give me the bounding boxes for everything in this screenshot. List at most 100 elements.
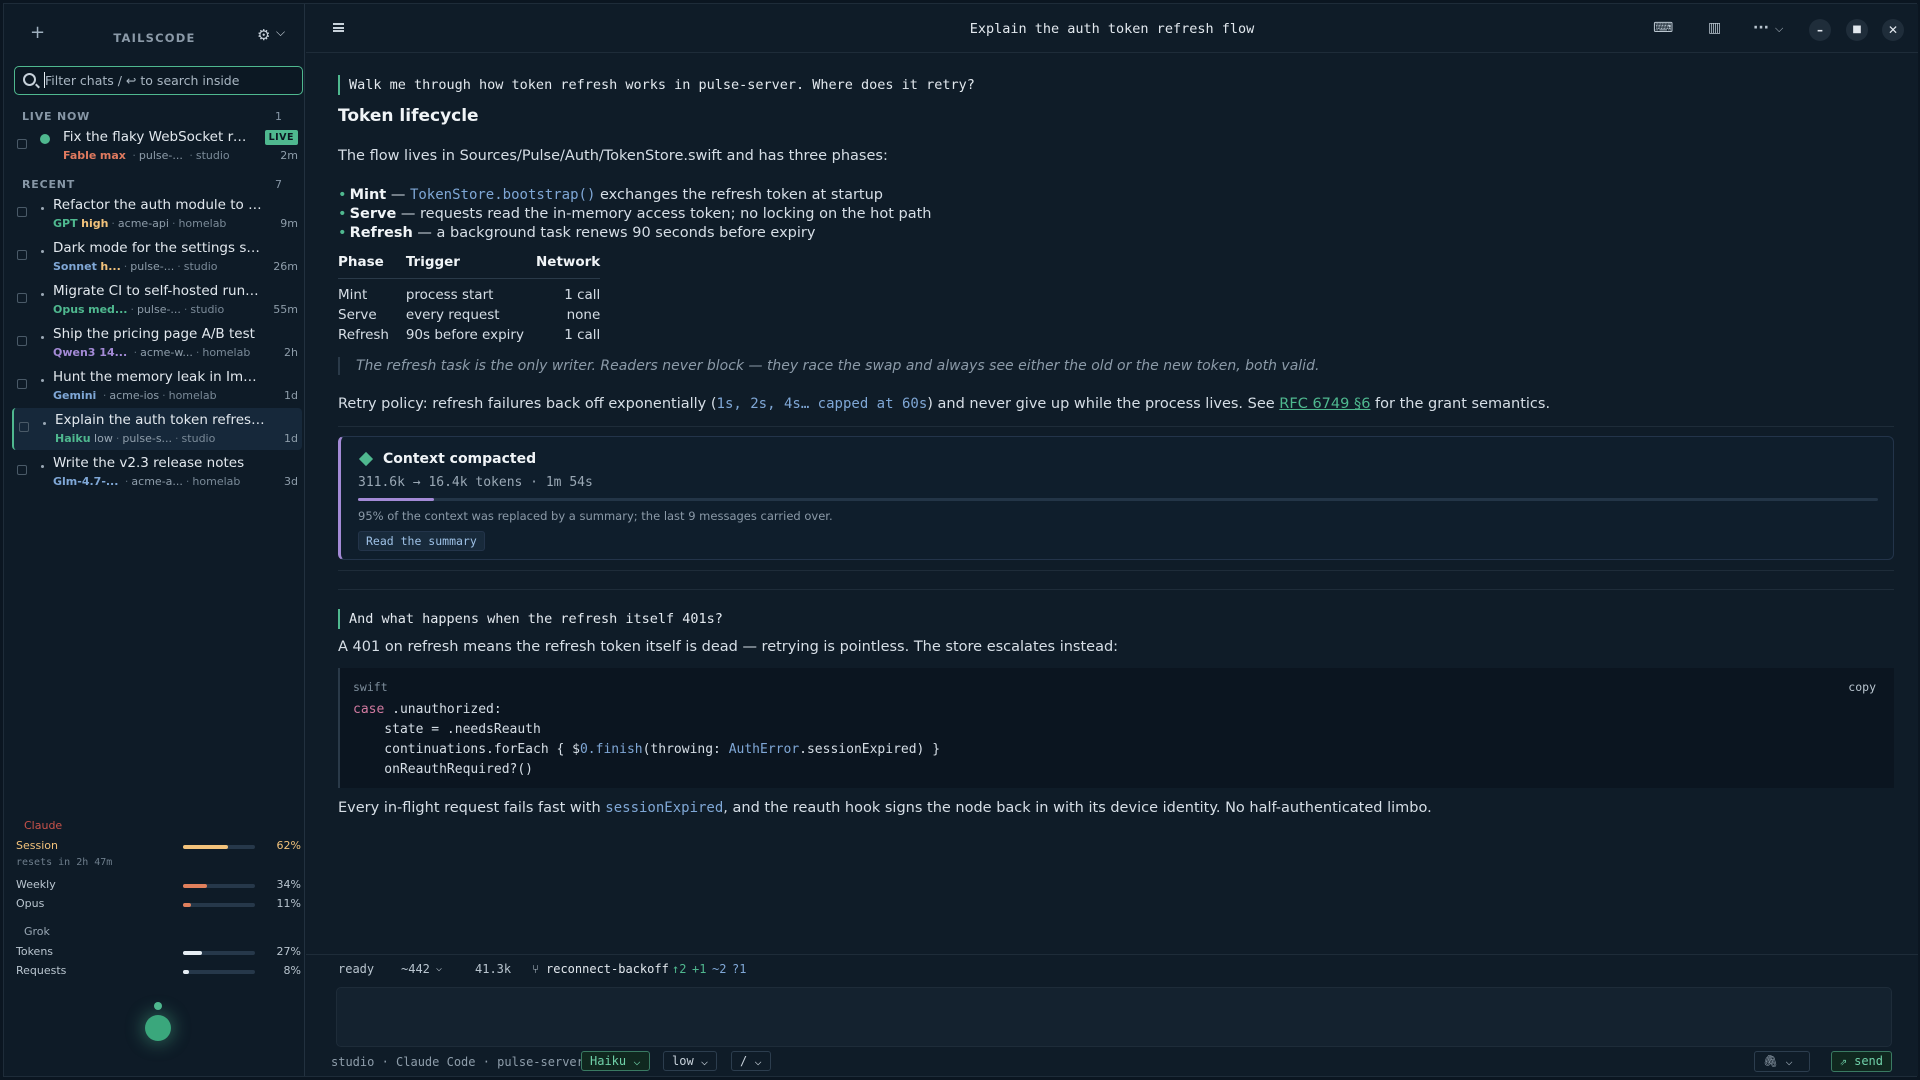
recent-label: RECENT <box>22 178 76 191</box>
activity-orb-icon[interactable] <box>145 1015 171 1041</box>
host-name: studio <box>195 149 230 162</box>
chevron-down-icon[interactable]: ⌵ <box>436 963 442 974</box>
chat-meta: Qwen3 14... · acme-w... · homelab <box>53 346 251 359</box>
chat-meta: Sonnet h... · pulse-... · studio <box>53 260 218 273</box>
select-checkbox[interactable] <box>17 336 27 346</box>
slash-commands-select[interactable]: / ⌵ <box>731 1051 771 1071</box>
split-view-icon[interactable]: ▥ <box>1708 20 1721 36</box>
more-options-icon[interactable]: ··· <box>1753 20 1769 36</box>
table-row: Refresh 90s before expiry 1 call <box>338 326 601 343</box>
usage-pct: 34% <box>276 878 301 891</box>
select-checkbox[interactable] <box>17 250 27 260</box>
window-title: Explain the auth token refresh flow <box>969 21 1255 37</box>
select-checkbox[interactable] <box>17 139 27 149</box>
status-dot <box>41 379 44 382</box>
chat-time: 1d <box>284 389 298 402</box>
select-checkbox[interactable] <box>17 465 27 475</box>
code-block: swift copy case .unauthorized: state = .… <box>338 668 1894 788</box>
usage-weekly: Weekly 34% <box>16 878 301 894</box>
maximize-icon[interactable]: ■ <box>1846 19 1868 41</box>
read-summary-button[interactable]: Read the summary <box>358 531 485 551</box>
chat-time: 26m <box>273 260 298 273</box>
bullet-item: • Serve — requests read the in-memory acc… <box>338 206 932 222</box>
blockquote: The refresh task is the only writer. Rea… <box>338 357 1319 375</box>
diamond-icon <box>358 451 374 467</box>
recent-count: 7 <box>275 178 282 191</box>
search-icon <box>23 73 36 86</box>
usage-bar <box>183 903 255 907</box>
effort-level: h... <box>100 260 121 273</box>
paragraph: A 401 on refresh means the refresh token… <box>338 639 1119 655</box>
host-name: studio <box>181 432 216 445</box>
usage-pct: 62% <box>276 839 301 852</box>
effort-level: low <box>94 432 113 445</box>
host-name: studio <box>183 260 218 273</box>
chat-title: Ship the pricing page A/B test <box>53 326 255 342</box>
phase-table: Phase Trigger Network Mint process start 1… <box>338 254 601 345</box>
chat-title: Dark mode for the settings screen <box>53 240 263 256</box>
effort-level: med... <box>88 303 128 316</box>
repo-name: acme-w... <box>140 346 193 359</box>
chat-time: 2h <box>284 346 298 359</box>
chat-item[interactable]: Explain the auth token refresh flow Haiku… <box>12 408 302 450</box>
chat-title: Refactor the auth module to async/a... <box>53 197 263 213</box>
title-bar: Explain the auth token refresh flow ⌨ ▥ … <box>306 4 1918 53</box>
model-name: GPT <box>53 217 78 230</box>
bullet-item: • Refresh — a background task renews 90 s… <box>338 225 816 241</box>
minimize-icon[interactable]: – <box>1809 19 1831 41</box>
session-context: studio · Claude Code · pulse-server <box>331 1055 584 1069</box>
model-name: Gemini <box>53 389 97 402</box>
status-dot <box>41 293 44 296</box>
live-badge: LIVE <box>264 130 298 145</box>
chat-item[interactable]: Dark mode for the settings screen Sonnet … <box>12 236 302 278</box>
git-branch-icon: ⑂ <box>532 962 540 976</box>
host-name: homelab <box>168 389 217 402</box>
search-input[interactable]: Filter chats / ↩ to search inside <box>14 66 303 95</box>
search-placeholder: Filter chats / ↩ to search inside <box>45 73 240 88</box>
chat-item[interactable]: Migrate CI to self-hosted runners Opus me… <box>12 279 302 321</box>
select-checkbox[interactable] <box>17 293 27 303</box>
branch-name[interactable]: reconnect-backoff <box>546 962 669 976</box>
copy-button[interactable]: copy <box>1848 680 1876 694</box>
usage-bar <box>183 970 255 974</box>
main-panel: Explain the auth token refresh flow ⌨ ▥ … <box>306 4 1918 1076</box>
chat-meta: Opus med... · pulse-... · studio <box>53 303 225 316</box>
chat-meta: Glm-4.7-... · acme-a... · homelab <box>53 475 241 488</box>
close-icon[interactable]: ✕ <box>1882 19 1904 41</box>
model-name: Sonnet <box>53 260 97 273</box>
status-bar: ready ~442 ⌵ 41.3k ⑂ reconnect-backoff ↑… <box>306 954 1918 978</box>
chat-item[interactable]: Ship the pricing page A/B test Qwen3 14..… <box>12 322 302 364</box>
status-state: ready <box>338 962 375 976</box>
host-name: studio <box>190 303 225 316</box>
divider <box>338 570 1894 571</box>
usage-bar <box>183 951 255 955</box>
chat-time: 9m <box>280 217 298 230</box>
chat-item[interactable]: Hunt the memory leak in ImagePipel... Gem… <box>12 365 302 407</box>
chat-item[interactable]: Refactor the auth module to async/a... GP… <box>12 193 302 235</box>
card-description: 95% of the context was replaced by a sum… <box>358 509 833 523</box>
files-untracked: ?1 <box>732 962 747 976</box>
select-checkbox[interactable] <box>17 207 27 217</box>
usage-pct: 27% <box>276 945 301 958</box>
message-composer[interactable] <box>336 987 1892 1047</box>
chevron-down-icon[interactable]: ⌵ <box>1775 22 1783 36</box>
line-count[interactable]: ~442 <box>401 962 430 976</box>
chat-item-live[interactable]: Fix the flaky WebSocket rec... LIVE Fabl… <box>12 125 302 167</box>
terminal-icon[interactable]: ⌨ <box>1653 20 1673 36</box>
chat-item[interactable]: Write the v2.3 release notes Glm-4.7-... … <box>12 451 302 493</box>
usage-tokens: Tokens 27% <box>16 945 301 961</box>
composer-footer: studio · Claude Code · pulse-server Haik… <box>306 1049 1918 1073</box>
select-checkbox[interactable] <box>19 422 29 432</box>
rfc-link[interactable]: RFC 6749 §6 <box>1279 396 1370 412</box>
effort-select[interactable]: low ⌵ <box>663 1051 718 1071</box>
send-button[interactable]: ⇗ send <box>1830 1051 1892 1072</box>
model-select[interactable]: Haiku ⌵ <box>581 1051 650 1071</box>
select-checkbox[interactable] <box>17 379 27 389</box>
usage-label: Weekly <box>16 878 56 891</box>
status-dot <box>41 207 44 210</box>
settings-gear-icon[interactable]: ⚙ <box>257 26 270 44</box>
chevron-down-icon[interactable]: ⌵ <box>276 25 285 40</box>
attach-button[interactable]: 🖇 ⌵ <box>1754 1051 1810 1072</box>
paragraph: The flow lives in Sources/Pulse/Auth/Tok… <box>338 148 888 164</box>
usage-bar <box>183 845 255 849</box>
